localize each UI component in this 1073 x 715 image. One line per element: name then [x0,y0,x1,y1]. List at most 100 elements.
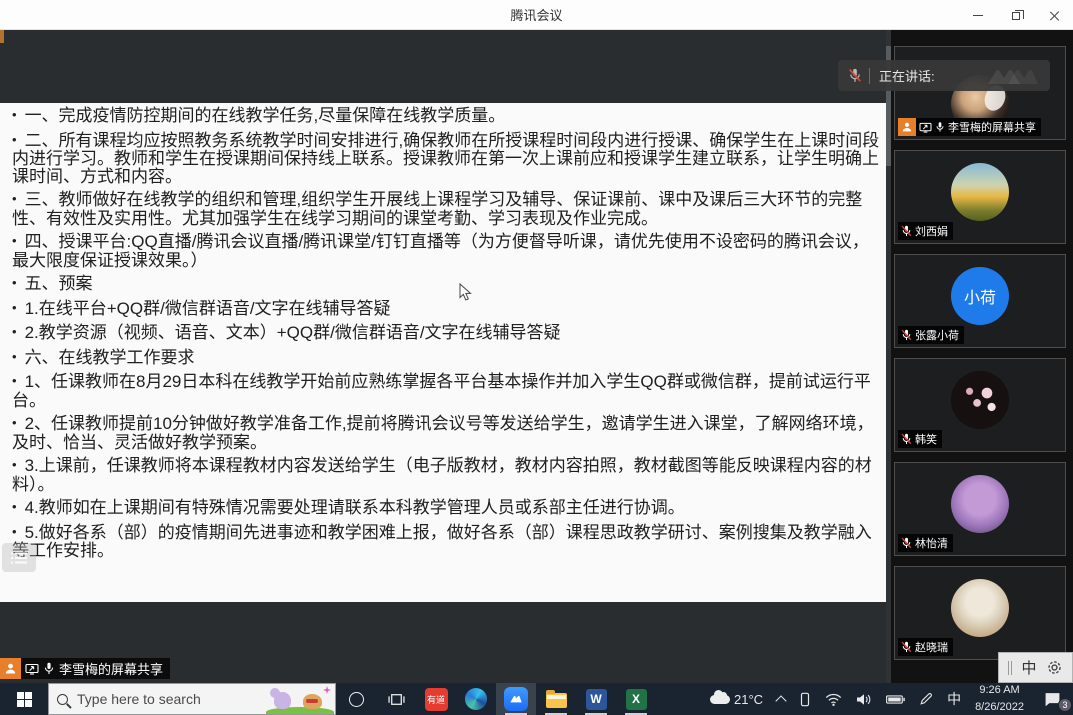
task-view-button[interactable] [376,683,416,715]
muted-microphone-icon [901,641,912,653]
restore-icon [1012,12,1020,20]
task-view-icon [388,692,405,707]
pen-icon [919,692,933,706]
mouse-cursor-icon [459,283,472,306]
shared-document: 一、完成疫情防控期间的在线教学任务,尽量保障在线教学质量。 二、所有课程均应按照… [0,103,886,602]
video-tile[interactable]: 小荷 张露小荷 [894,254,1066,348]
screen-share-icon [25,663,39,675]
video-tile[interactable]: 韩笑 [894,358,1066,452]
avatar [951,371,1009,429]
doc-line: 六、在线教学工作要求 [0,349,880,368]
video-tile[interactable]: 刘西娟 [894,150,1066,244]
cloud-icon [710,695,730,704]
participant-name: 韩笑 [915,431,937,447]
taskbar-app-youdao[interactable]: 有道 [416,683,456,715]
windows-logo-icon [17,692,32,707]
presenter-share-label: 李雪梅的屏幕共享 [0,658,170,679]
participant-name: 张露小荷 [915,327,959,343]
ime-drag-handle[interactable] [1008,661,1012,675]
muted-microphone-icon [901,225,912,237]
video-tile[interactable]: 林怡清 [894,462,1066,556]
window-title: 腾讯会议 [510,5,562,24]
search-icon [57,694,68,705]
minimize-button[interactable] [959,0,997,30]
ime-settings-gear-icon[interactable] [1046,659,1063,676]
participant-name: 林怡清 [915,535,948,551]
avatar [951,579,1009,637]
taskbar-app-file-explorer[interactable] [536,683,576,715]
tile-label: 赵晓瑞 [898,638,953,656]
sidebar-scrollbar[interactable] [886,30,891,683]
notification-badge: 3 [1058,698,1072,712]
start-button[interactable] [0,683,48,715]
word-icon: W [586,689,607,710]
taskbar-clock[interactable]: 9:26 AM 8/26/2022 [968,683,1031,715]
cortana-icon [349,692,364,707]
pen-settings-button[interactable] [912,683,940,715]
restore-button[interactable] [997,0,1035,30]
search-placeholder: Type here to search [77,691,201,707]
video-tile[interactable]: 赵晓瑞 [894,566,1066,660]
tile-label: 韩笑 [898,430,942,448]
doc-line: 三、教师做好在线教学的组织和管理,组织学生开展线上课程学习及辅导、保证课前、课中… [0,191,880,227]
close-button[interactable] [1035,0,1073,30]
youdao-icon: 有道 [425,688,448,711]
avatar: 小荷 [951,267,1009,325]
weather-widget[interactable]: 21°C [703,683,770,715]
tencent-meeting-icon [504,687,528,711]
doc-line: 五、预案 [0,275,880,294]
muted-microphone-icon [901,329,912,341]
avatar-text: 小荷 [964,284,996,308]
taskbar-app-edge[interactable] [456,683,496,715]
doc-line: 4.教师如在上课期间有特殊情况需要处理请联系本科教学管理人员或系部主任进行协调。 [0,499,880,518]
system-tray: 21°C 中 9:26 AM 8/26/2022 [703,683,1073,715]
close-icon [1049,10,1060,21]
cortana-button[interactable] [336,683,376,715]
taskbar-app-word[interactable]: W [576,683,616,715]
screen-share-icon [919,122,932,133]
ime-floating-toolbar: 中 [998,652,1073,683]
doc-line: 二、所有课程均应按照教务系统教学时间安排进行,确保教师在所授课程时间段内进行授课… [0,132,880,186]
decorative-sliver [0,30,4,43]
wifi-icon [825,693,842,706]
doc-line: 2.教学资源（视频、语音、文本）+QQ群/微信群语音/文字在线辅导答疑 [0,324,880,343]
battery-icon [886,694,905,705]
volume-button[interactable] [849,683,879,715]
participant-name: 赵晓瑞 [915,639,948,655]
action-center-button[interactable]: 3 [1031,683,1073,715]
title-bar: 腾讯会议 [0,0,1073,30]
video-tiles: 李雪梅的屏幕共享 刘西娟 小荷 张露小荷 [894,46,1066,660]
muted-microphone-icon [901,433,912,445]
avatar [951,163,1009,221]
tray-overflow-button[interactable] [770,683,792,715]
taskbar-search-input[interactable]: Type here to search [48,683,336,715]
annotation-list-icon [2,543,36,572]
clock-date: 8/26/2022 [975,701,1024,714]
doc-line: 一、完成疫情防控期间的在线教学任务,尽量保障在线教学质量。 [0,107,880,126]
wifi-button[interactable] [818,683,849,715]
participant-name: 刘西娟 [915,223,948,239]
doc-line: 3.上课前，任课教师将本课程教材内容发送给学生（电子版教材，教材内容拍照，教材截… [0,457,880,493]
taskbar-app-tencent-meeting[interactable] [496,683,536,715]
doc-line: 1、任课教师在8月29日本科在线教学开始前应熟练掌握各平台基本操作并加入学生QQ… [0,373,880,409]
muted-microphone-icon [848,68,862,83]
excel-icon: X [626,689,647,710]
battery-button[interactable] [879,683,912,715]
ime-mode-button[interactable]: 中 [1021,657,1036,678]
microphone-icon [935,121,945,133]
chevron-up-icon [775,695,786,706]
phone-icon [799,692,811,707]
microphone-icon [43,662,55,675]
host-icon [0,658,21,679]
windows-taskbar: Type here to search 有道 W X 21°C [0,683,1073,715]
your-phone-button[interactable] [792,683,818,715]
participant-name: 李雪梅的屏幕共享 [948,119,1036,135]
ime-indicator[interactable]: 中 [940,683,968,715]
taskbar-app-excel[interactable]: X [616,683,656,715]
doc-line: 1.在线平台+QQ群/微信群语音/文字在线辅导答疑 [0,300,880,319]
participants-sidebar: 李雪梅的屏幕共享 刘西娟 小荷 张露小荷 [886,30,1073,683]
host-icon [898,118,916,136]
doc-line: 四、授课平台:QQ直播/腾讯会议直播/腾讯课堂/钉钉直播等（为方便督导听课，请优… [0,233,880,269]
file-explorer-icon [546,693,567,708]
temperature: 21°C [734,692,763,707]
